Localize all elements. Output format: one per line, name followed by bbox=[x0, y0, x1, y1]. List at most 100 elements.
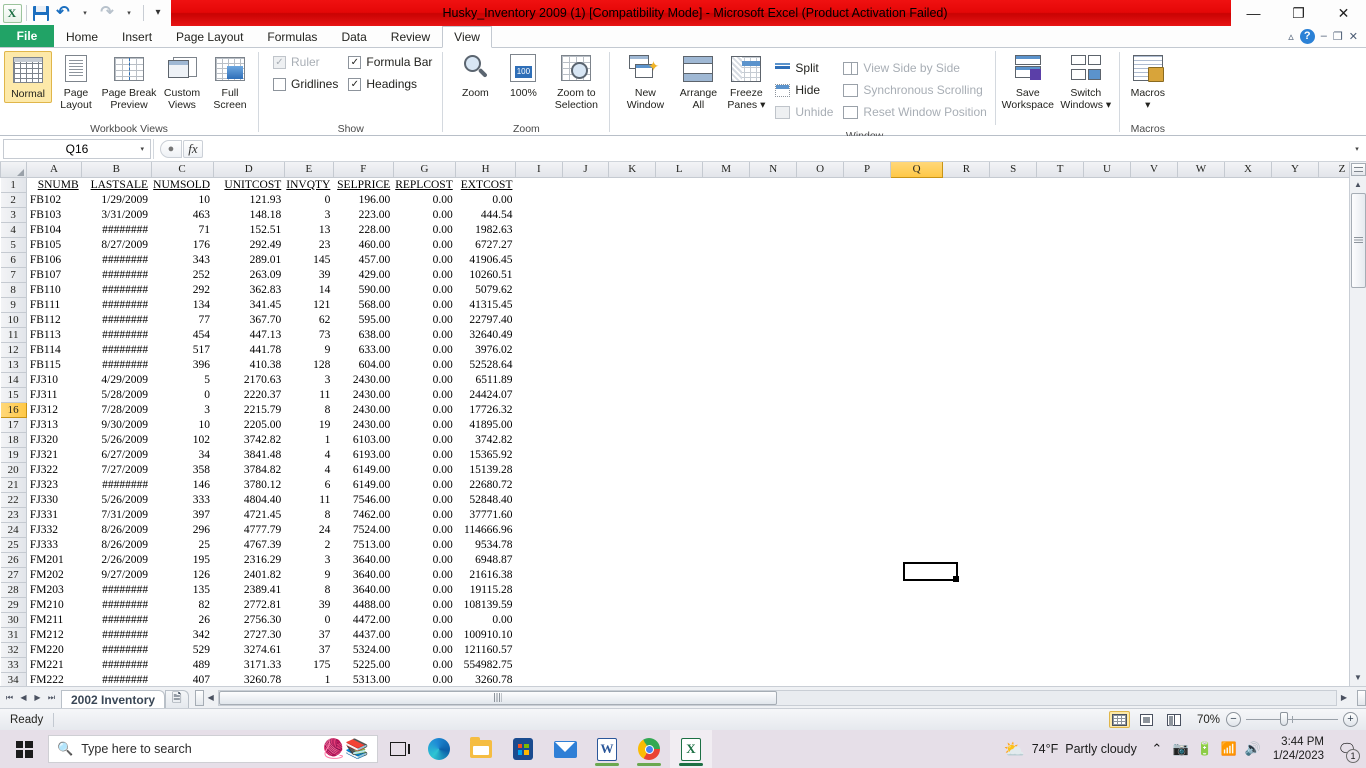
cell-H33[interactable]: 554982.75 bbox=[456, 657, 516, 672]
row-header-26[interactable]: 26 bbox=[0, 551, 27, 568]
cell-T13[interactable] bbox=[1037, 357, 1084, 372]
cell-U34[interactable] bbox=[1083, 672, 1130, 686]
cell-O19[interactable] bbox=[797, 447, 844, 462]
cell-Q29[interactable] bbox=[890, 597, 943, 612]
formula-input[interactable] bbox=[207, 138, 1348, 159]
cell-L24[interactable] bbox=[656, 522, 703, 537]
cell-P9[interactable] bbox=[844, 297, 891, 312]
cell-G15[interactable]: 0.00 bbox=[393, 387, 456, 402]
cell-L12[interactable] bbox=[656, 342, 703, 357]
cell-M31[interactable] bbox=[703, 627, 750, 642]
redo-icon[interactable]: ↷ bbox=[97, 3, 117, 23]
cell-B5[interactable]: 8/27/2009 bbox=[82, 237, 151, 252]
cell-V21[interactable] bbox=[1130, 477, 1177, 492]
cell-Q33[interactable] bbox=[890, 657, 943, 672]
cell-E12[interactable]: 9 bbox=[284, 342, 333, 357]
cell-A31[interactable]: FM212 bbox=[26, 627, 81, 642]
cell-C6[interactable]: 343 bbox=[151, 252, 213, 267]
cell-E33[interactable]: 175 bbox=[284, 657, 333, 672]
cell-T20[interactable] bbox=[1037, 462, 1084, 477]
cell-K7[interactable] bbox=[609, 267, 656, 282]
wifi-icon[interactable]: 📶 bbox=[1217, 730, 1241, 768]
cell-V18[interactable] bbox=[1130, 432, 1177, 447]
spreadsheet-grid[interactable]: ABCDEFGHIJKLMNOPQRSTUVWXYZ 1 SNUMB LASTSAL… bbox=[0, 162, 1366, 686]
cell-B34[interactable]: ######## bbox=[82, 672, 151, 686]
cell-J28[interactable] bbox=[562, 582, 609, 597]
cell-C15[interactable]: 0 bbox=[151, 387, 213, 402]
cell-R21[interactable] bbox=[943, 477, 990, 492]
cell-W21[interactable] bbox=[1177, 477, 1224, 492]
cell-Y5[interactable] bbox=[1271, 237, 1318, 252]
cell-N17[interactable] bbox=[750, 417, 797, 432]
cell-A5[interactable]: FB105 bbox=[26, 237, 81, 252]
cell-R10[interactable] bbox=[943, 312, 990, 327]
cell-L21[interactable] bbox=[656, 477, 703, 492]
cell-E26[interactable]: 3 bbox=[284, 552, 333, 567]
cell-V2[interactable] bbox=[1130, 192, 1177, 207]
cell-B14[interactable]: 4/29/2009 bbox=[82, 372, 151, 387]
cell-T30[interactable] bbox=[1037, 612, 1084, 627]
cell-J10[interactable] bbox=[562, 312, 609, 327]
cell-O25[interactable] bbox=[797, 537, 844, 552]
cell-K23[interactable] bbox=[609, 507, 656, 522]
cell-C3[interactable]: 463 bbox=[151, 207, 213, 222]
taskbar-app-microsoft-store[interactable] bbox=[502, 730, 544, 768]
cell-R3[interactable] bbox=[943, 207, 990, 222]
cell-Q22[interactable] bbox=[890, 492, 943, 507]
cell-G33[interactable]: 0.00 bbox=[393, 657, 456, 672]
cell-S9[interactable] bbox=[990, 297, 1037, 312]
cell-M6[interactable] bbox=[703, 252, 750, 267]
cell-Y10[interactable] bbox=[1271, 312, 1318, 327]
cell-T4[interactable] bbox=[1037, 222, 1084, 237]
cell-C22[interactable]: 333 bbox=[151, 492, 213, 507]
cell-H19[interactable]: 15365.92 bbox=[456, 447, 516, 462]
cell-B21[interactable]: ######## bbox=[82, 477, 151, 492]
cell-D30[interactable]: 2756.30 bbox=[213, 612, 284, 627]
cell-B8[interactable]: ######## bbox=[82, 282, 151, 297]
cell-N32[interactable] bbox=[750, 642, 797, 657]
cell-M18[interactable] bbox=[703, 432, 750, 447]
cell-X30[interactable] bbox=[1225, 612, 1272, 627]
cell-J32[interactable] bbox=[562, 642, 609, 657]
cell-S5[interactable] bbox=[990, 237, 1037, 252]
cell-E21[interactable]: 6 bbox=[284, 477, 333, 492]
cell-A2[interactable]: FB102 bbox=[26, 192, 81, 207]
cell-L4[interactable] bbox=[656, 222, 703, 237]
cell-U15[interactable] bbox=[1083, 387, 1130, 402]
cell-C1[interactable]: NUMSOLD bbox=[151, 177, 213, 192]
cell-G7[interactable]: 0.00 bbox=[393, 267, 456, 282]
cell-O34[interactable] bbox=[797, 672, 844, 686]
cell-Q34[interactable] bbox=[890, 672, 943, 686]
cell-P15[interactable] bbox=[844, 387, 891, 402]
cell-T6[interactable] bbox=[1037, 252, 1084, 267]
cell-L14[interactable] bbox=[656, 372, 703, 387]
cell-C14[interactable]: 5 bbox=[151, 372, 213, 387]
cell-F17[interactable]: 2430.00 bbox=[333, 417, 393, 432]
cell-Q8[interactable] bbox=[890, 282, 943, 297]
cell-Y32[interactable] bbox=[1271, 642, 1318, 657]
cell-Q6[interactable] bbox=[890, 252, 943, 267]
cell-K25[interactable] bbox=[609, 537, 656, 552]
cell-R4[interactable] bbox=[943, 222, 990, 237]
cell-S18[interactable] bbox=[990, 432, 1037, 447]
column-header-Y[interactable]: Y bbox=[1270, 162, 1319, 178]
cell-Y13[interactable] bbox=[1271, 357, 1318, 372]
cell-U25[interactable] bbox=[1083, 537, 1130, 552]
formula-bar-buttons[interactable]: ● fx bbox=[156, 139, 207, 158]
cell-M16[interactable] bbox=[703, 402, 750, 417]
cell-M15[interactable] bbox=[703, 387, 750, 402]
cell-D28[interactable]: 2389.41 bbox=[213, 582, 284, 597]
tab-insert[interactable]: Insert bbox=[110, 25, 164, 47]
zoom-level[interactable]: 70% bbox=[1190, 714, 1220, 726]
cell-I30[interactable] bbox=[515, 612, 562, 627]
cell-O9[interactable] bbox=[797, 297, 844, 312]
cell-D4[interactable]: 152.51 bbox=[213, 222, 284, 237]
cell-M25[interactable] bbox=[703, 537, 750, 552]
cell-J34[interactable] bbox=[562, 672, 609, 686]
cell-G5[interactable]: 0.00 bbox=[393, 237, 456, 252]
cell-F33[interactable]: 5225.00 bbox=[333, 657, 393, 672]
cell-Y15[interactable] bbox=[1271, 387, 1318, 402]
cell-L34[interactable] bbox=[656, 672, 703, 686]
cell-I6[interactable] bbox=[515, 252, 562, 267]
hide-button[interactable]: Hide bbox=[770, 79, 838, 101]
